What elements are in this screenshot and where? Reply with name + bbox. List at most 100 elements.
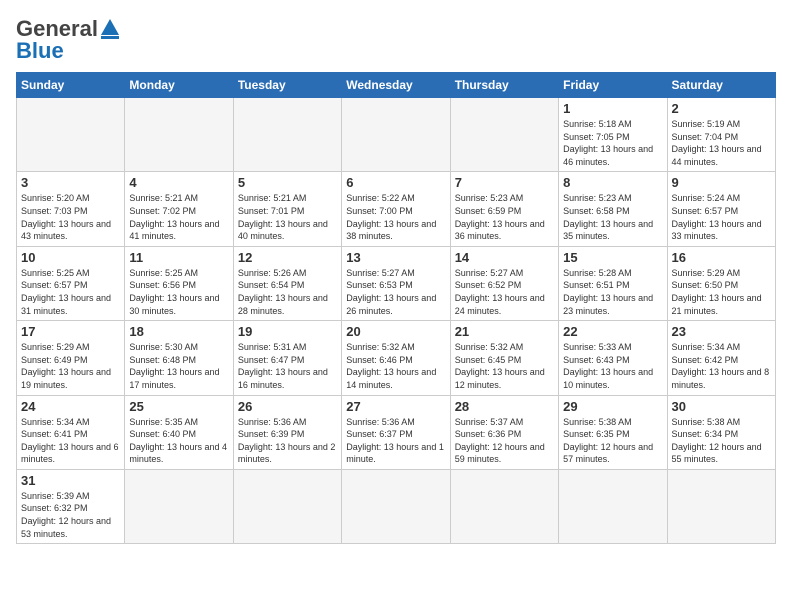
weekday-header-thursday: Thursday: [450, 73, 558, 98]
calendar-week-row: 3 Sunrise: 5:20 AM Sunset: 7:03 PM Daylig…: [17, 172, 776, 246]
day-number: 1: [563, 101, 662, 116]
calendar-week-row: 24 Sunrise: 5:34 AM Sunset: 6:41 PM Dayli…: [17, 395, 776, 469]
calendar-day-cell: 20 Sunrise: 5:32 AM Sunset: 6:46 PM Dayli…: [342, 321, 450, 395]
day-info: Sunrise: 5:32 AM Sunset: 6:45 PM Dayligh…: [455, 341, 554, 391]
calendar-day-cell: [125, 469, 233, 543]
calendar-day-cell: 13Sunrise: 5:27 AM Sunset: 6:53 PM Dayli…: [342, 246, 450, 320]
day-info: Sunrise: 5:39 AM Sunset: 6:32 PM Dayligh…: [21, 490, 120, 540]
calendar-day-cell: 30 Sunrise: 5:38 AM Sunset: 6:34 PM Dayli…: [667, 395, 775, 469]
calendar-day-cell: [233, 98, 341, 172]
calendar-week-row: 31Sunrise: 5:39 AM Sunset: 6:32 PM Dayli…: [17, 469, 776, 543]
day-number: 18: [129, 324, 228, 339]
day-number: 25: [129, 399, 228, 414]
calendar-day-cell: [667, 469, 775, 543]
day-number: 26: [238, 399, 337, 414]
calendar-week-row: 17Sunrise: 5:29 AM Sunset: 6:49 PM Dayli…: [17, 321, 776, 395]
calendar-day-cell: 17Sunrise: 5:29 AM Sunset: 6:49 PM Dayli…: [17, 321, 125, 395]
day-info: Sunrise: 5:33 AM Sunset: 6:43 PM Dayligh…: [563, 341, 662, 391]
day-number: 12: [238, 250, 337, 265]
day-number: 5: [238, 175, 337, 190]
calendar-day-cell: 18 Sunrise: 5:30 AM Sunset: 6:48 PM Dayli…: [125, 321, 233, 395]
day-number: 7: [455, 175, 554, 190]
day-info: Sunrise: 5:30 AM Sunset: 6:48 PM Dayligh…: [129, 341, 228, 391]
day-number: 2: [672, 101, 771, 116]
day-info: Sunrise: 5:19 AM Sunset: 7:04 PM Dayligh…: [672, 118, 771, 168]
weekday-header-tuesday: Tuesday: [233, 73, 341, 98]
day-number: 6: [346, 175, 445, 190]
day-number: 24: [21, 399, 120, 414]
day-number: 13: [346, 250, 445, 265]
day-info: Sunrise: 5:22 AM Sunset: 7:00 PM Dayligh…: [346, 192, 445, 242]
calendar-day-cell: 24 Sunrise: 5:34 AM Sunset: 6:41 PM Dayli…: [17, 395, 125, 469]
day-info: Sunrise: 5:21 AM Sunset: 7:02 PM Dayligh…: [129, 192, 228, 242]
day-info: Sunrise: 5:23 AM Sunset: 6:58 PM Dayligh…: [563, 192, 662, 242]
day-number: 29: [563, 399, 662, 414]
calendar-day-cell: 25 Sunrise: 5:35 AM Sunset: 6:40 PM Dayli…: [125, 395, 233, 469]
day-number: 8: [563, 175, 662, 190]
calendar-day-cell: [342, 98, 450, 172]
day-info: Sunrise: 5:29 AM Sunset: 6:50 PM Dayligh…: [672, 267, 771, 317]
calendar-day-cell: [125, 98, 233, 172]
calendar-week-row: 10Sunrise: 5:25 AM Sunset: 6:57 PM Dayli…: [17, 246, 776, 320]
day-info: Sunrise: 5:25 AM Sunset: 6:56 PM Dayligh…: [129, 267, 228, 317]
logo-blue: Blue: [16, 38, 64, 64]
calendar-day-cell: 23Sunrise: 5:34 AM Sunset: 6:42 PM Dayli…: [667, 321, 775, 395]
calendar-day-cell: 19 Sunrise: 5:31 AM Sunset: 6:47 PM Dayli…: [233, 321, 341, 395]
day-info: Sunrise: 5:29 AM Sunset: 6:49 PM Dayligh…: [21, 341, 120, 391]
calendar-week-row: 1Sunrise: 5:18 AM Sunset: 7:05 PM Daylig…: [17, 98, 776, 172]
day-number: 30: [672, 399, 771, 414]
weekday-header-sunday: Sunday: [17, 73, 125, 98]
weekday-header-monday: Monday: [125, 73, 233, 98]
day-info: Sunrise: 5:28 AM Sunset: 6:51 PM Dayligh…: [563, 267, 662, 317]
calendar-day-cell: 27Sunrise: 5:36 AM Sunset: 6:37 PM Dayli…: [342, 395, 450, 469]
calendar-day-cell: 4Sunrise: 5:21 AM Sunset: 7:02 PM Daylig…: [125, 172, 233, 246]
day-number: 23: [672, 324, 771, 339]
day-info: Sunrise: 5:23 AM Sunset: 6:59 PM Dayligh…: [455, 192, 554, 242]
day-number: 19: [238, 324, 337, 339]
day-info: Sunrise: 5:37 AM Sunset: 6:36 PM Dayligh…: [455, 416, 554, 466]
calendar-day-cell: 12 Sunrise: 5:26 AM Sunset: 6:54 PM Dayli…: [233, 246, 341, 320]
calendar-day-cell: 22 Sunrise: 5:33 AM Sunset: 6:43 PM Dayli…: [559, 321, 667, 395]
calendar: SundayMondayTuesdayWednesdayThursdayFrid…: [16, 72, 776, 544]
calendar-day-cell: [450, 469, 558, 543]
calendar-day-cell: 29 Sunrise: 5:38 AM Sunset: 6:35 PM Dayli…: [559, 395, 667, 469]
calendar-day-cell: 16 Sunrise: 5:29 AM Sunset: 6:50 PM Dayli…: [667, 246, 775, 320]
day-info: Sunrise: 5:27 AM Sunset: 6:52 PM Dayligh…: [455, 267, 554, 317]
calendar-day-cell: 21 Sunrise: 5:32 AM Sunset: 6:45 PM Dayli…: [450, 321, 558, 395]
day-info: Sunrise: 5:26 AM Sunset: 6:54 PM Dayligh…: [238, 267, 337, 317]
day-info: Sunrise: 5:20 AM Sunset: 7:03 PM Dayligh…: [21, 192, 120, 242]
day-info: Sunrise: 5:36 AM Sunset: 6:39 PM Dayligh…: [238, 416, 337, 466]
calendar-day-cell: [233, 469, 341, 543]
day-number: 20: [346, 324, 445, 339]
calendar-day-cell: [559, 469, 667, 543]
weekday-header-saturday: Saturday: [667, 73, 775, 98]
calendar-day-cell: 26 Sunrise: 5:36 AM Sunset: 6:39 PM Dayli…: [233, 395, 341, 469]
page: General Blue SundayMondayTuesdayWednesda…: [0, 0, 792, 612]
calendar-day-cell: 31Sunrise: 5:39 AM Sunset: 6:32 PM Dayli…: [17, 469, 125, 543]
calendar-day-cell: 2 Sunrise: 5:19 AM Sunset: 7:04 PM Daylig…: [667, 98, 775, 172]
day-number: 22: [563, 324, 662, 339]
day-number: 11: [129, 250, 228, 265]
day-info: Sunrise: 5:32 AM Sunset: 6:46 PM Dayligh…: [346, 341, 445, 391]
day-info: Sunrise: 5:34 AM Sunset: 6:41 PM Dayligh…: [21, 416, 120, 466]
day-number: 14: [455, 250, 554, 265]
day-info: Sunrise: 5:38 AM Sunset: 6:34 PM Dayligh…: [672, 416, 771, 466]
day-info: Sunrise: 5:35 AM Sunset: 6:40 PM Dayligh…: [129, 416, 228, 466]
day-number: 27: [346, 399, 445, 414]
logo: General Blue: [16, 16, 119, 64]
day-info: Sunrise: 5:25 AM Sunset: 6:57 PM Dayligh…: [21, 267, 120, 317]
day-info: Sunrise: 5:21 AM Sunset: 7:01 PM Dayligh…: [238, 192, 337, 242]
calendar-day-cell: 6 Sunrise: 5:22 AM Sunset: 7:00 PM Daylig…: [342, 172, 450, 246]
calendar-day-cell: 14 Sunrise: 5:27 AM Sunset: 6:52 PM Dayli…: [450, 246, 558, 320]
calendar-day-cell: 28Sunrise: 5:37 AM Sunset: 6:36 PM Dayli…: [450, 395, 558, 469]
day-number: 15: [563, 250, 662, 265]
calendar-day-cell: 11 Sunrise: 5:25 AM Sunset: 6:56 PM Dayli…: [125, 246, 233, 320]
calendar-day-cell: 8 Sunrise: 5:23 AM Sunset: 6:58 PM Daylig…: [559, 172, 667, 246]
day-info: Sunrise: 5:38 AM Sunset: 6:35 PM Dayligh…: [563, 416, 662, 466]
day-info: Sunrise: 5:31 AM Sunset: 6:47 PM Dayligh…: [238, 341, 337, 391]
day-number: 3: [21, 175, 120, 190]
calendar-day-cell: 7 Sunrise: 5:23 AM Sunset: 6:59 PM Daylig…: [450, 172, 558, 246]
day-number: 21: [455, 324, 554, 339]
day-number: 16: [672, 250, 771, 265]
calendar-day-cell: 9Sunrise: 5:24 AM Sunset: 6:57 PM Daylig…: [667, 172, 775, 246]
